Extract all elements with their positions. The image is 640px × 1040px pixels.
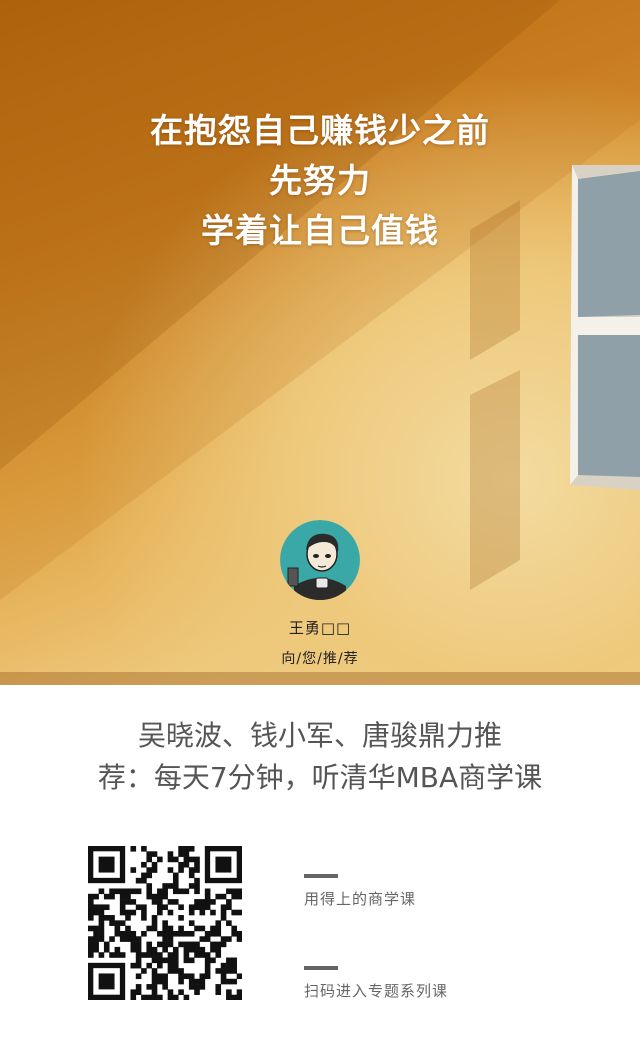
quote-text: 在抱怨自己赚钱少之前 先努力 学着让自己值钱 <box>0 106 640 256</box>
tagline-2: 扫码进入专题系列课 <box>304 982 449 1000</box>
poster-background: 在抱怨自己赚钱少之前 先努力 学着让自己值钱 王勇□□ 向/您/推/荐 <box>0 0 640 685</box>
quote-line-2: 先努力 <box>269 161 371 200</box>
promo-headline: 吴晓波、钱小军、唐骏鼎力推 荐：每天7分钟，听清华MBA商学课 <box>0 715 640 799</box>
qr-code-icon[interactable] <box>88 846 242 1000</box>
tagline-1-divider <box>304 874 338 878</box>
headline-line-1: 吴晓波、钱小军、唐骏鼎力推 <box>137 719 502 752</box>
user-name: 王勇□□ <box>288 619 352 637</box>
avatar <box>280 520 360 600</box>
tagline-2-divider <box>304 966 338 970</box>
recommend-label: 向/您/推/荐 <box>281 651 359 667</box>
tagline-1: 用得上的商学课 <box>304 890 417 908</box>
cartoon-man-avatar-icon <box>280 520 360 600</box>
quote-line-1: 在抱怨自己赚钱少之前 <box>150 111 490 150</box>
quote-line-3: 学着让自己值钱 <box>201 211 439 250</box>
headline-line-2: 荐：每天7分钟，听清华MBA商学课 <box>97 761 543 794</box>
